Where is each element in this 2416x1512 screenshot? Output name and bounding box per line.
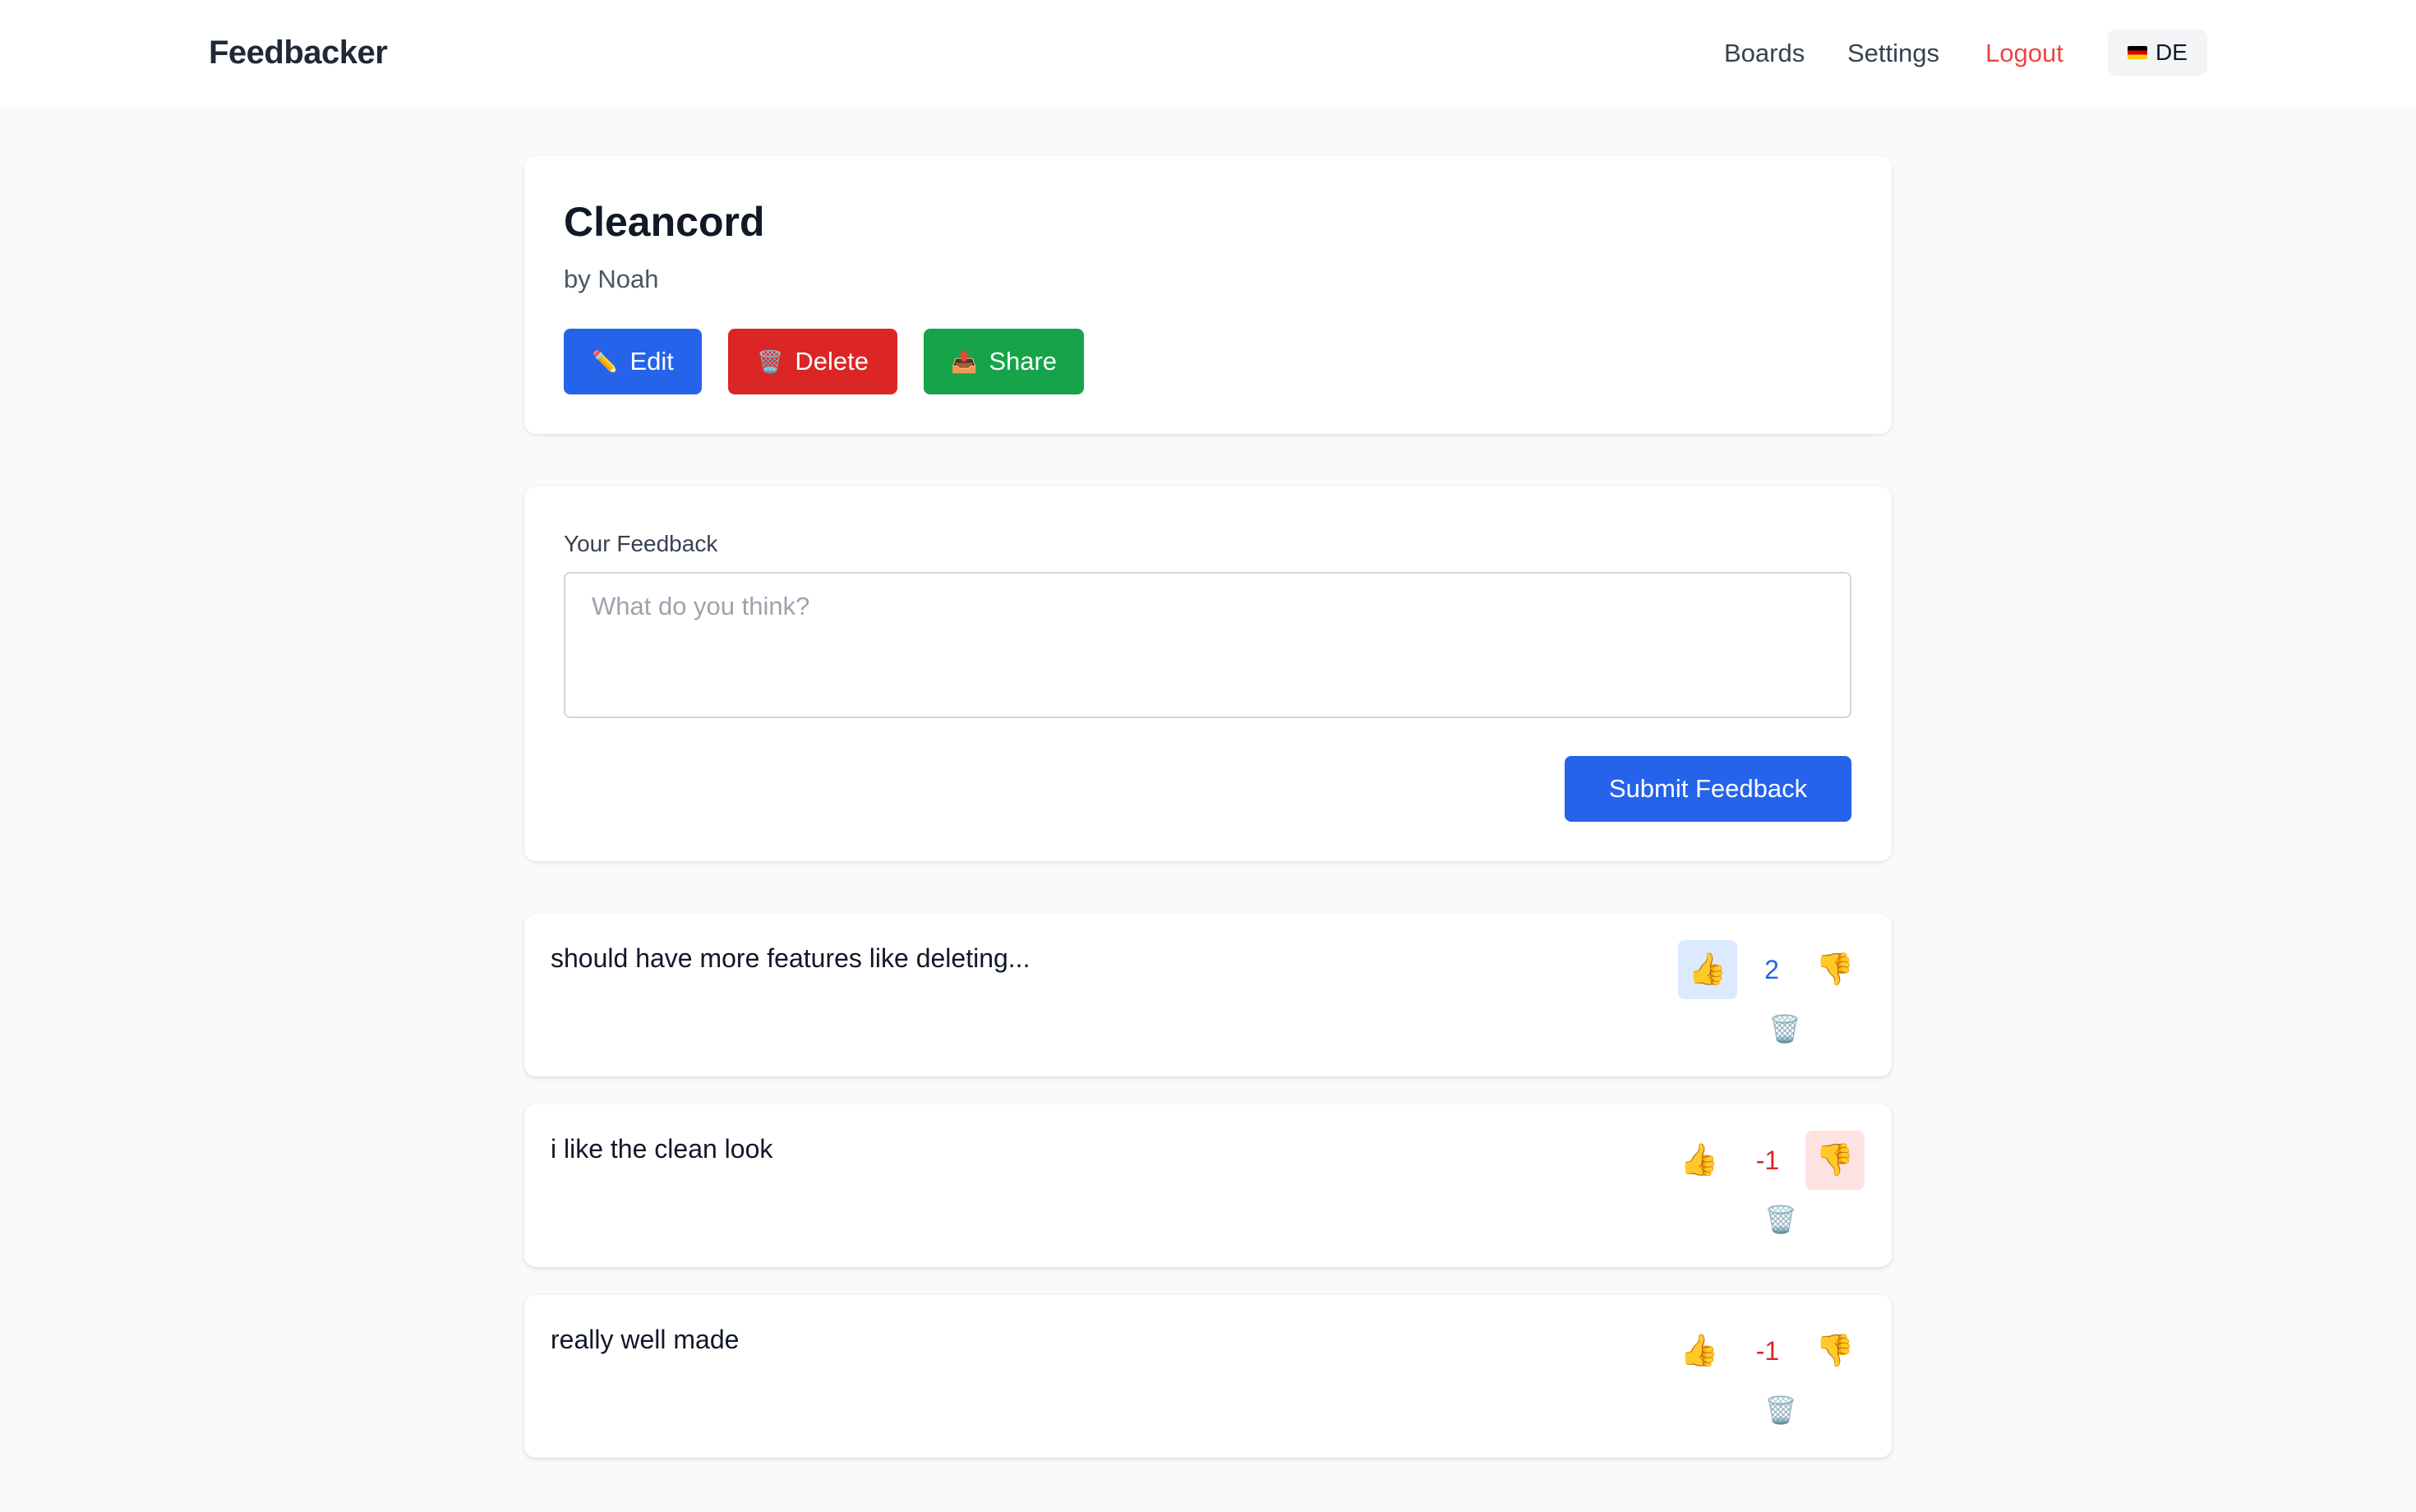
feedback-form-card: Your Feedback Submit Feedback [524,486,1892,861]
feedback-item: should have more features like deleting.… [524,914,1892,1076]
board-title: Cleancord [564,199,765,245]
downvote-button[interactable]: 👎 [1805,1321,1865,1381]
vote-score: 2 [1764,954,1779,984]
feedback-item: i like the clean look 👍 -1 👎 🗑️ [524,1104,1892,1267]
trash-icon: 🗑️ [757,349,784,374]
share-board-button[interactable]: 📤 Share [924,329,1084,394]
thumbs-down-icon: 👎 [1815,1334,1855,1368]
edit-board-button[interactable]: ✏️ Edit [564,329,702,394]
feedback-text: i like the clean look [551,1134,773,1164]
delete-button-label: Delete [795,347,869,376]
flag-de-icon [2128,46,2148,59]
upvote-button[interactable]: 👍 [1670,1131,1729,1190]
downvote-button[interactable]: 👎 [1805,940,1865,999]
nav-logout-link[interactable]: Logout [1985,35,2063,72]
thumbs-up-icon: 👍 [1688,952,1727,987]
delete-feedback-button[interactable]: 🗑️ [1761,1390,1800,1430]
feedback-field-label: Your Feedback [564,531,718,556]
upvote-button[interactable]: 👍 [1678,940,1737,999]
upvote-button[interactable]: 👍 [1670,1321,1729,1381]
board-header-card: Cleancord by Noah ✏️ Edit 🗑️ Delete 📤 Sh… [524,156,1892,434]
delete-board-button[interactable]: 🗑️ Delete [728,329,897,394]
thumbs-up-icon: 👍 [1680,1334,1719,1368]
nav-settings-link[interactable]: Settings [1847,35,1939,72]
downvote-button[interactable]: 👎 [1805,1131,1865,1190]
brand-logo[interactable]: Feedbacker [209,30,388,76]
language-label: DE [2155,39,2188,65]
share-button-label: Share [989,347,1058,376]
edit-button-label: Edit [629,347,674,376]
nav-boards-link[interactable]: Boards [1724,35,1805,72]
feedback-textarea[interactable] [564,572,1851,718]
trash-icon: 🗑️ [1768,1014,1801,1044]
thumbs-down-icon: 👎 [1815,952,1855,987]
delete-feedback-button[interactable]: 🗑️ [1765,1009,1805,1049]
vote-score: -1 [1755,1145,1780,1175]
trash-icon: 🗑️ [1764,1395,1797,1425]
thumbs-up-icon: 👍 [1680,1143,1719,1178]
top-navbar: Feedbacker Boards Settings Logout DE [0,0,2416,105]
delete-feedback-button[interactable]: 🗑️ [1761,1200,1800,1239]
feedback-text: really well made [551,1325,740,1354]
feedback-item: really well made 👍 -1 👎 🗑️ [524,1295,1892,1458]
submit-feedback-button[interactable]: Submit Feedback [1565,756,1851,822]
board-author: by Noah [564,265,659,293]
pencil-icon: ✏️ [592,349,619,374]
feedback-text: should have more features like deleting.… [551,943,1030,973]
outbox-tray-icon: 📤 [950,349,978,374]
thumbs-down-icon: 👎 [1815,1143,1855,1178]
trash-icon: 🗑️ [1764,1205,1797,1234]
language-switch-button[interactable]: DE [2108,30,2207,76]
vote-score: -1 [1755,1335,1780,1366]
